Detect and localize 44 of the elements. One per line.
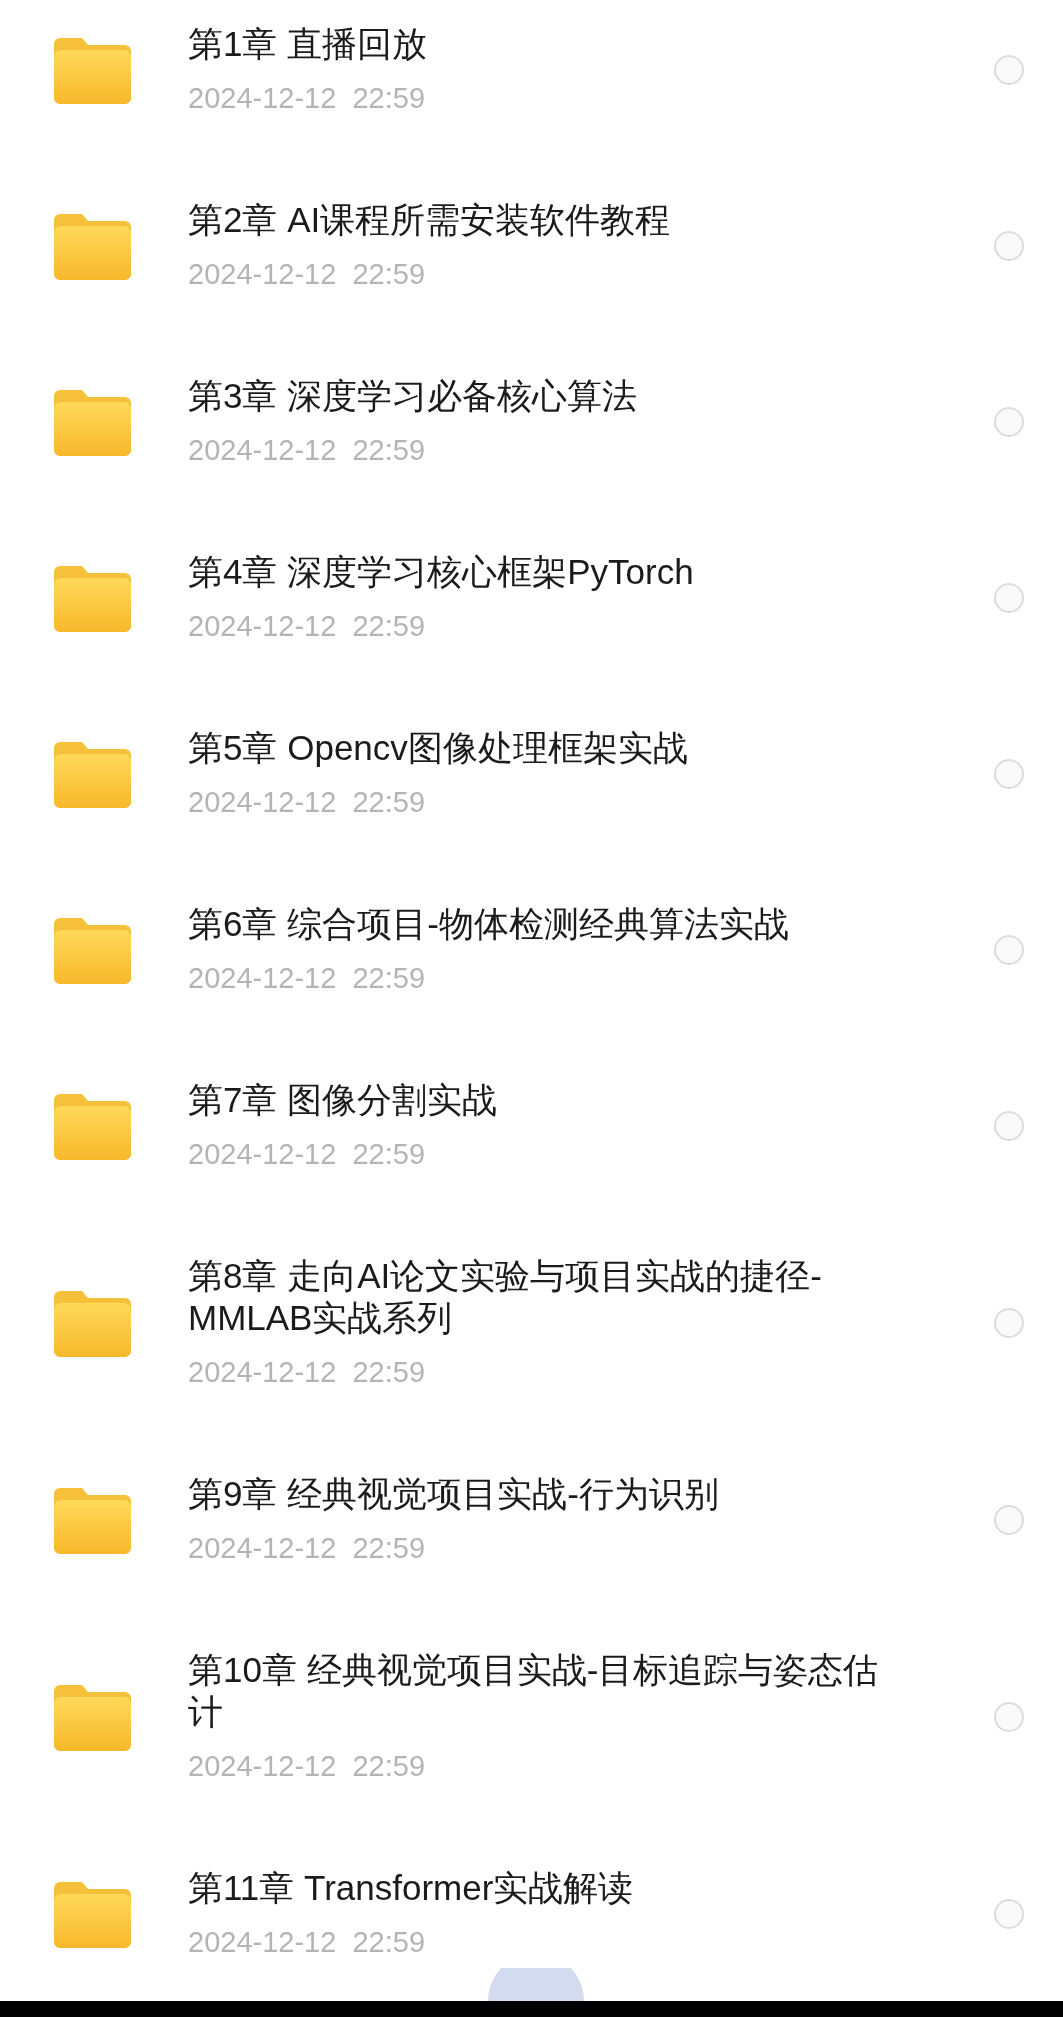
folder-name[interactable]: 第6章 综合项目-物体检测经典算法实战	[188, 903, 900, 945]
modified-date: 2024-12-12 22:59	[188, 1137, 426, 1172]
select-checkbox[interactable]	[994, 934, 1024, 965]
folder-name[interactable]: 第5章 Opencv图像处理框架实战	[188, 727, 900, 769]
select-checkbox[interactable]	[994, 758, 1024, 789]
folder-name[interactable]: 第3章 深度学习必备核心算法	[188, 375, 900, 417]
select-checkbox[interactable]	[994, 54, 1024, 85]
folder-name[interactable]: 第1章 直播回放	[188, 23, 900, 65]
folder-name[interactable]: 第9章 经典视觉项目实战-行为识别	[188, 1473, 900, 1515]
select-checkbox[interactable]	[994, 406, 1024, 437]
modified-date: 2024-12-12 22:59	[188, 1531, 426, 1566]
select-checkbox[interactable]	[994, 582, 1024, 613]
modified-date: 2024-12-12 22:59	[188, 785, 426, 820]
modified-date: 2024-12-12 22:59	[188, 1355, 426, 1390]
select-checkbox[interactable]	[994, 1110, 1024, 1141]
folder-name[interactable]: 第4章 深度学习核心框架PyTorch	[188, 551, 900, 593]
folder-icon	[54, 915, 131, 984]
select-checkbox[interactable]	[994, 1504, 1024, 1535]
modified-date: 2024-12-12 22:59	[188, 257, 426, 292]
modified-date: 2024-12-12 22:59	[188, 433, 426, 468]
folder-name[interactable]: 第7章 图像分割实战	[188, 1079, 900, 1121]
modified-date: 2024-12-12 22:59	[188, 961, 426, 996]
folder-icon	[54, 563, 131, 632]
folder-icon	[54, 1288, 131, 1357]
folder-name[interactable]: 第10章 经典视觉项目实战-目标追踪与姿态估计	[188, 1649, 900, 1733]
folder-icon	[54, 387, 131, 456]
folder-icon	[54, 1879, 131, 1948]
modified-date: 2024-12-12 22:59	[188, 609, 426, 644]
select-checkbox[interactable]	[994, 1898, 1024, 1929]
folder-name[interactable]: 第11章 Transformer实战解读	[188, 1867, 900, 1909]
folder-icon	[54, 35, 131, 104]
folder-icon	[54, 1485, 131, 1554]
folder-name[interactable]: 第8章 走向AI论文实验与项目实战的捷径-MMLAB实战系列	[188, 1255, 900, 1339]
modified-date: 2024-12-12 22:59	[188, 1749, 426, 1784]
folder-name[interactable]: 第2章 AI课程所需安装软件教程	[188, 199, 900, 241]
folder-icon	[54, 1091, 131, 1160]
select-checkbox[interactable]	[994, 230, 1024, 261]
folder-icon	[54, 211, 131, 280]
modified-date: 2024-12-12 22:59	[188, 81, 426, 116]
select-checkbox[interactable]	[994, 1307, 1024, 1338]
modified-date: 2024-12-12 22:59	[188, 1925, 426, 1960]
folder-icon	[54, 739, 131, 808]
select-checkbox[interactable]	[994, 1701, 1024, 1732]
folder-icon	[54, 1682, 131, 1751]
